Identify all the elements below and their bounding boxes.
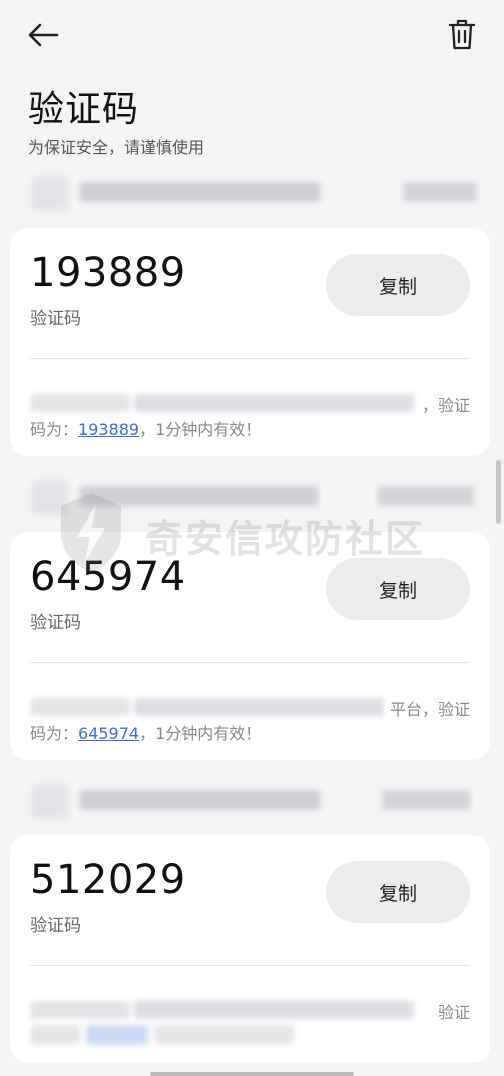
trash-icon — [448, 19, 476, 50]
message-prefix: 码为： — [30, 420, 79, 439]
message-card: 512029 验证码 复制 验证 — [10, 835, 490, 1063]
arrow-left-icon — [28, 23, 59, 47]
code-link[interactable]: 645974 — [78, 724, 139, 743]
sender-time — [378, 486, 474, 506]
message-card: 645974 验证码 复制 平台，验证 码为：645974，1分钟内有效！ — [10, 532, 490, 760]
divider — [30, 662, 470, 663]
message-line: 码为：193889，1分钟内有效！ — [30, 416, 470, 442]
code-label: 验证码 — [30, 613, 81, 633]
blurred-text — [134, 698, 384, 716]
home-indicator[interactable] — [150, 1072, 354, 1076]
message-prefix: 码为： — [30, 724, 79, 743]
back-button[interactable] — [24, 18, 64, 52]
sender-avatar — [32, 176, 68, 210]
sender-time — [382, 790, 470, 810]
sender-row — [0, 476, 504, 518]
verification-code: 193889 — [30, 250, 186, 296]
blurred-text — [134, 394, 414, 412]
sender-time — [404, 182, 476, 202]
sender-avatar — [32, 784, 68, 818]
code-link[interactable]: 193889 — [78, 420, 139, 439]
blurred-text — [134, 1001, 414, 1019]
message-line: 码为：645974，1分钟内有效！ — [30, 720, 470, 746]
sender-row — [0, 172, 504, 214]
message-suffix: ，1分钟内有效！ — [139, 420, 262, 439]
message-line: 平台，验证 — [30, 694, 470, 720]
page-subtitle: 为保证安全，请谨慎使用 — [28, 138, 205, 157]
code-label: 验证码 — [30, 916, 81, 936]
verification-code: 512029 — [30, 857, 186, 903]
blurred-text — [30, 394, 130, 412]
sender-name — [80, 486, 318, 506]
divider — [30, 358, 470, 359]
message-card: 193889 验证码 复制 ，验证 码为：193889，1分钟内有效！ — [10, 228, 490, 456]
blurred-text — [30, 1025, 80, 1045]
divider — [30, 965, 470, 966]
blurred-text — [30, 698, 130, 716]
message-tail: 验证 — [437, 1003, 470, 1022]
sender-avatar — [32, 480, 68, 514]
message-line — [30, 1023, 470, 1049]
sender-name — [80, 790, 320, 810]
blurred-code-link — [86, 1025, 148, 1045]
sender-name — [80, 182, 320, 202]
copy-button[interactable]: 复制 — [326, 558, 470, 620]
message-line: 验证 — [30, 997, 470, 1023]
scrollbar[interactable] — [496, 460, 501, 524]
sender-row — [0, 780, 504, 822]
message-line: ，验证 — [30, 390, 470, 416]
copy-button[interactable]: 复制 — [326, 254, 470, 316]
blurred-text — [30, 1001, 130, 1019]
delete-button[interactable] — [444, 16, 480, 54]
code-label: 验证码 — [30, 309, 81, 329]
page-title: 验证码 — [28, 89, 140, 130]
verification-code: 645974 — [30, 554, 186, 600]
message-suffix: ，1分钟内有效！ — [139, 724, 262, 743]
copy-button[interactable]: 复制 — [326, 861, 470, 923]
top-bar — [0, 0, 504, 70]
blurred-text — [154, 1025, 294, 1045]
message-tail: 平台，验证 — [389, 700, 470, 719]
message-tail: ，验证 — [421, 396, 470, 415]
